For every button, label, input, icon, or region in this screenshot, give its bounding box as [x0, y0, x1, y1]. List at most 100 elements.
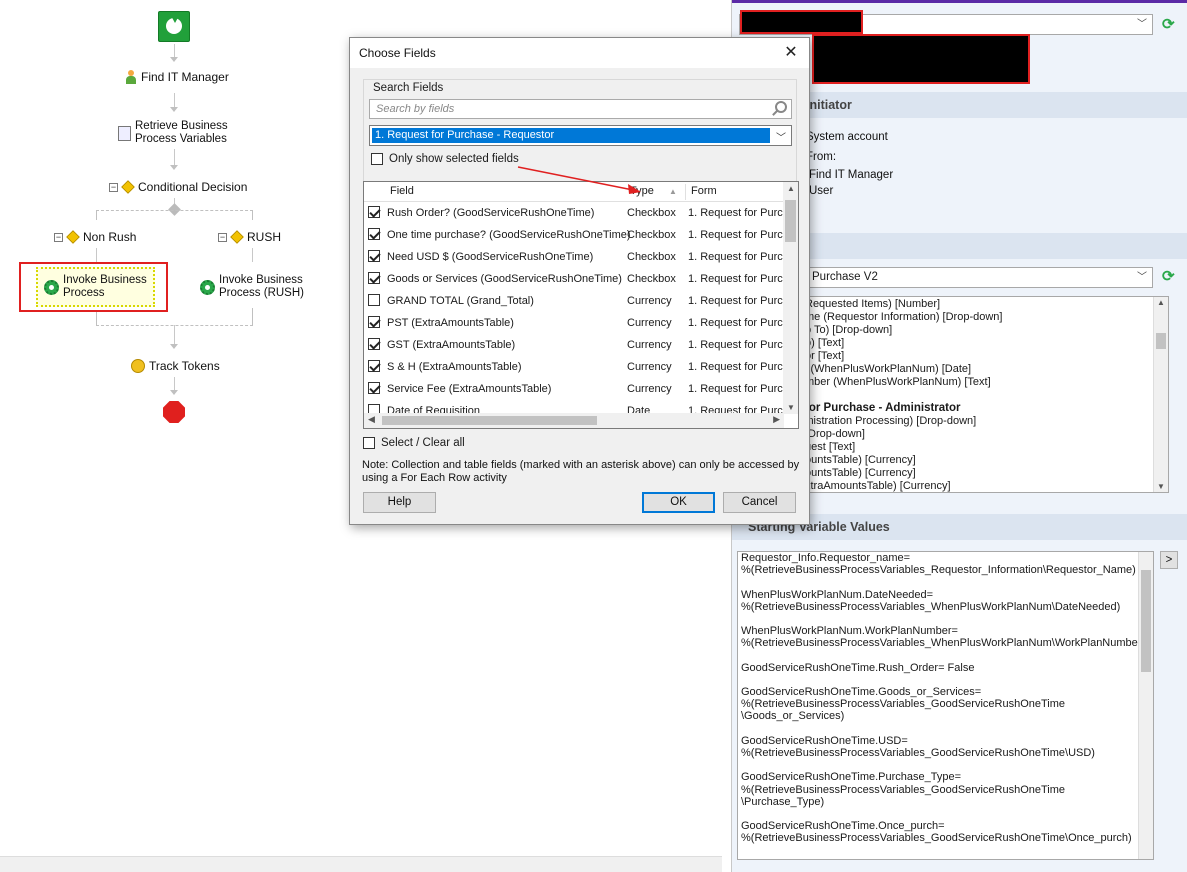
table-row[interactable]: S & H (ExtraAmountsTable) Currency 1. Requ…: [364, 356, 784, 378]
collapse-toggle[interactable]: −: [218, 232, 227, 242]
initiator-line: User: [809, 185, 834, 197]
vertical-scrollbar[interactable]: ▲ ▼: [1153, 297, 1168, 492]
table-row[interactable]: GST (ExtraAmountsTable) Currency 1. Reques…: [364, 334, 784, 356]
scroll-right-icon[interactable]: ▶: [773, 414, 780, 425]
scroll-left-icon[interactable]: ◀: [368, 414, 375, 425]
scrollbar-thumb[interactable]: [1141, 570, 1151, 672]
vertical-scrollbar[interactable]: ▲ ▼: [783, 182, 798, 414]
col-form[interactable]: Form: [691, 185, 717, 197]
form-select[interactable]: 1. Request for Purchase - Requestor ﹀: [369, 125, 792, 146]
fields-grid[interactable]: Field Type ▲ Form Rush Order? (GoodServi…: [363, 181, 799, 429]
initiator-line: System account: [806, 131, 888, 143]
col-field[interactable]: Field: [390, 185, 414, 197]
form-cell: 1. Request for Purchase - Requestor: [688, 361, 784, 373]
note-text: Note: Collection and table fields (marke…: [362, 459, 800, 484]
table-row[interactable]: Goods or Services (GoodServiceRushOneTim…: [364, 268, 784, 290]
list-item[interactable]: inistration Processing) [Drop-down]: [805, 415, 1168, 428]
node-invoke-business-process[interactable]: Invoke Business Process: [44, 274, 153, 300]
node-retrieve-variables[interactable]: Retrieve Business Process Variables: [118, 120, 229, 146]
only-selected-label: Only show selected fields: [389, 153, 519, 165]
row-checkbox[interactable]: [368, 294, 380, 306]
list-item[interactable]: ountsTable) [Currency]: [805, 467, 1168, 480]
ok-button[interactable]: OK: [642, 492, 715, 513]
table-row[interactable]: Need USD $ (GoodServiceRushOneTime) Check…: [364, 246, 784, 268]
vertical-scrollbar[interactable]: [1138, 552, 1153, 859]
field-cell: Rush Order? (GoodServiceRushOneTime): [387, 207, 595, 219]
list-item[interactable]: xtraAmountsTable) [Currency]: [805, 480, 1168, 492]
node-find-it-manager[interactable]: Find IT Manager: [125, 70, 229, 84]
form-cell: 1. Request for Purchase - Requestor: [688, 383, 784, 395]
node-invoke-business-process-rush[interactable]: Invoke Business Process (RUSH): [200, 274, 307, 300]
field-cell: GST (ExtraAmountsTable): [387, 339, 516, 351]
close-icon[interactable]: ✕: [781, 42, 801, 62]
table-row[interactable]: One time purchase? (GoodServiceRushOneTi…: [364, 224, 784, 246]
row-checkbox[interactable]: [368, 316, 380, 328]
list-item[interactable]: mber (WhenPlusWorkPlanNum) [Text]: [805, 376, 1168, 389]
connector: [252, 248, 253, 262]
form-cell: 1. Request for Purchase - Requestor: [688, 317, 784, 329]
list-item[interactable]: l (WhenPlusWorkPlanNum) [Date]: [805, 363, 1168, 376]
horizontal-scrollbar[interactable]: ◀ ▶: [364, 413, 784, 428]
refresh-icon[interactable]: ⟳: [1162, 17, 1176, 32]
collapse-toggle[interactable]: −: [54, 232, 63, 242]
list-item[interactable]: for Purchase - Administrator: [805, 402, 1168, 415]
connector: [174, 377, 175, 391]
redacted-region: [740, 10, 863, 34]
row-checkbox[interactable]: [368, 228, 380, 240]
select-all-checkbox[interactable]: [363, 437, 375, 449]
row-checkbox[interactable]: [368, 272, 380, 284]
row-checkbox[interactable]: [368, 382, 380, 394]
list-item[interactable]: uest [Text]: [805, 441, 1168, 454]
form-cell: 1. Request for Purchase - Requestor: [688, 251, 784, 263]
branch-non-rush[interactable]: − Non Rush: [54, 230, 136, 244]
list-item[interactable]: Requested Items) [Number]: [805, 298, 1168, 311]
starting-variables-textbox[interactable]: Requestor_Info.Requestor_name= %(Retrieve…: [737, 551, 1154, 860]
connector: [96, 248, 97, 262]
node-label: Invoke Business Process: [63, 274, 147, 299]
scrollbar-thumb[interactable]: [1156, 333, 1166, 349]
form-cell: 1. Request for Purchase - Requestor: [688, 295, 784, 307]
table-row[interactable]: GRAND TOTAL (Grand_Total) Currency 1. Requ…: [364, 290, 784, 312]
row-checkbox[interactable]: [368, 360, 380, 372]
field-cell: Service Fee (ExtraAmountsTable): [387, 383, 552, 395]
connector: [252, 308, 253, 325]
list-item[interactable]: [805, 389, 1168, 402]
refresh-icon[interactable]: ⟳: [1162, 269, 1176, 284]
select-clear-all[interactable]: Select / Clear all: [363, 437, 465, 449]
row-checkbox[interactable]: [368, 338, 380, 350]
row-checkbox[interactable]: [368, 206, 380, 218]
stop-node[interactable]: [163, 401, 185, 423]
cancel-button[interactable]: Cancel: [723, 492, 796, 513]
table-row[interactable]: Service Fee (ExtraAmountsTable) Currency 1…: [364, 378, 784, 400]
chevron-down-icon: ﹀: [1137, 19, 1147, 30]
list-item[interactable]: ountsTable) [Currency]: [805, 454, 1168, 467]
scroll-down-icon[interactable]: ▼: [1157, 482, 1165, 491]
scroll-up-icon[interactable]: ▲: [787, 184, 795, 193]
scroll-up-icon[interactable]: ▲: [1157, 298, 1165, 307]
list-item[interactable]: o) [Text]: [805, 337, 1168, 350]
only-selected-checkbox[interactable]: [371, 153, 383, 165]
horizontal-scrollbar[interactable]: [0, 856, 722, 872]
scrollbar-thumb[interactable]: [382, 416, 597, 425]
scroll-down-icon[interactable]: ▼: [787, 403, 795, 412]
help-button[interactable]: Help: [363, 492, 436, 513]
expand-button[interactable]: >: [1160, 551, 1178, 569]
node-track-tokens[interactable]: Track Tokens: [131, 359, 220, 373]
table-row[interactable]: Rush Order? (GoodServiceRushOneTime) Chec…: [364, 202, 784, 224]
only-show-selected[interactable]: Only show selected fields: [371, 153, 519, 165]
node-conditional-decision[interactable]: − Conditional Decision: [109, 180, 247, 194]
table-row[interactable]: PST (ExtraAmountsTable) Currency 1. Reques…: [364, 312, 784, 334]
list-item[interactable]: [Drop-down]: [805, 428, 1168, 441]
collapse-toggle[interactable]: −: [109, 182, 118, 192]
form-cell: 1. Request for Purchase - Requestor: [688, 339, 784, 351]
search-input[interactable]: Search by fields: [369, 99, 792, 119]
row-checkbox[interactable]: [368, 250, 380, 262]
list-item[interactable]: or [Text]: [805, 350, 1168, 363]
scrollbar-thumb[interactable]: [785, 200, 796, 242]
type-cell: Checkbox: [627, 273, 676, 285]
decision-icon: [121, 180, 135, 194]
branch-rush[interactable]: − RUSH: [218, 230, 281, 244]
list-item[interactable]: p To) [Drop-down]: [805, 324, 1168, 337]
branch-line: [96, 210, 253, 211]
list-item[interactable]: me (Requestor Information) [Drop-down]: [805, 311, 1168, 324]
